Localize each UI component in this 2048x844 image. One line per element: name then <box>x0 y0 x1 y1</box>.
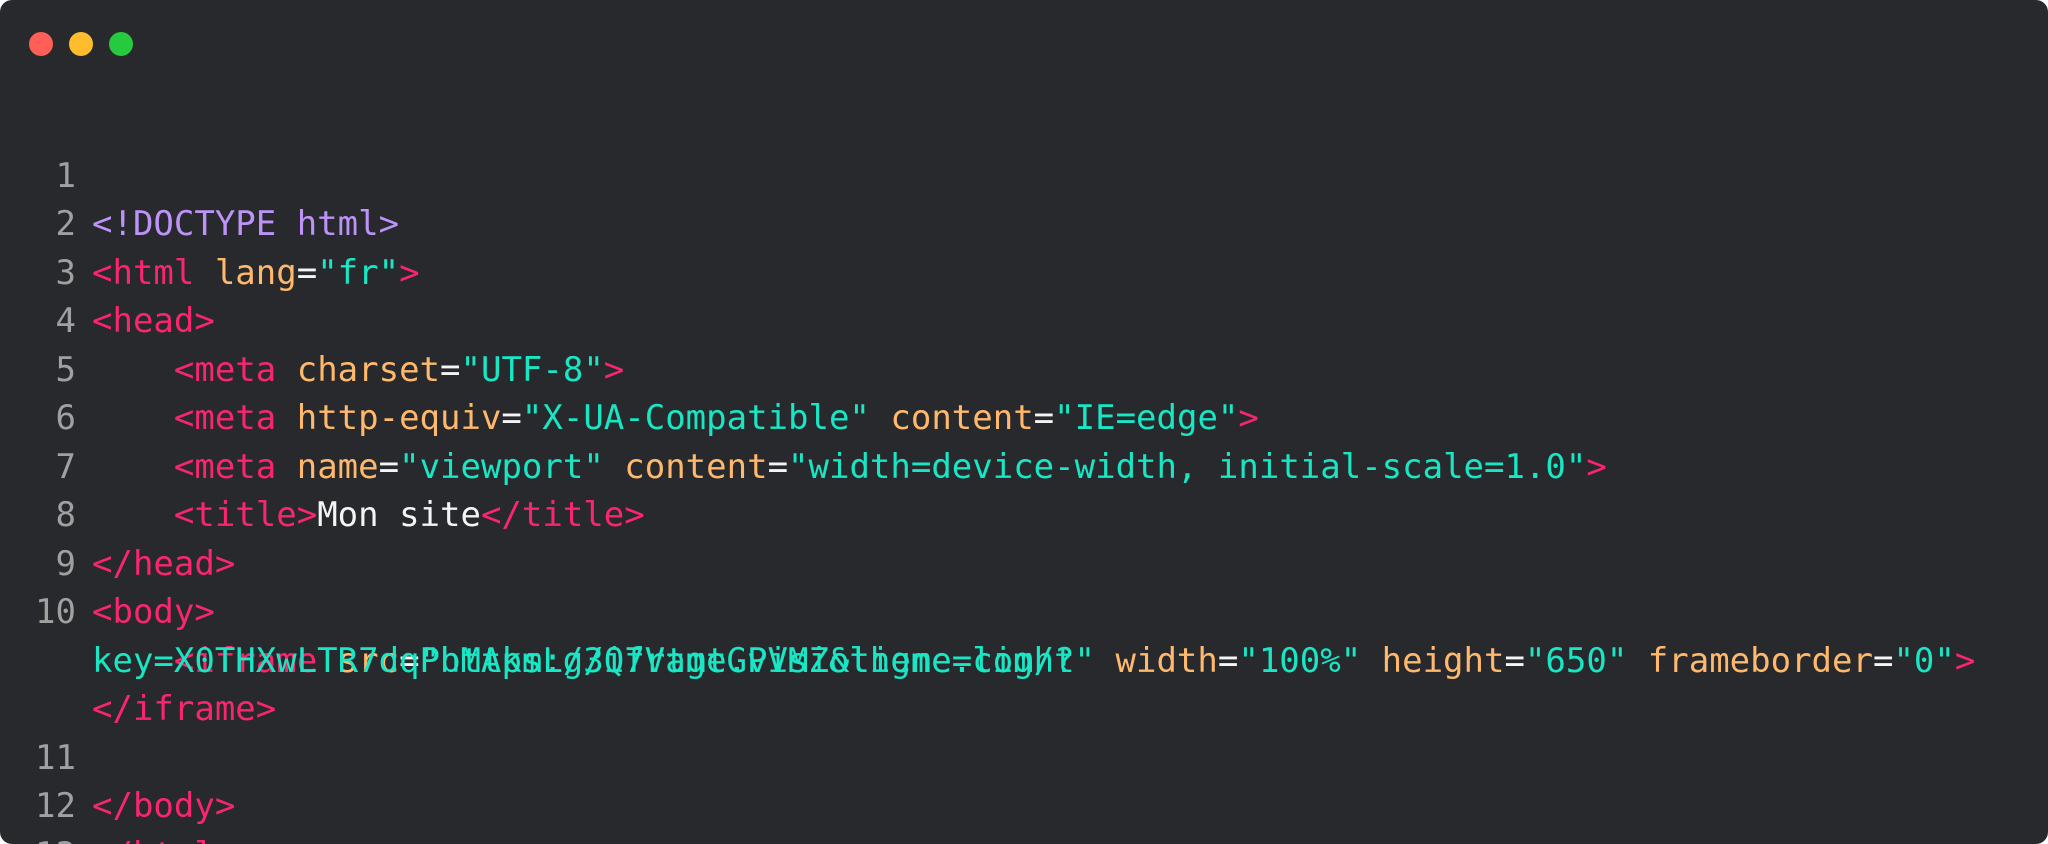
code-line-10-wrap-1: key=X0THXwLTR7dqPbMAkmLg3Q7VtgtGPVMZ&the… <box>0 588 2048 681</box>
code-line-4: 4 <meta charset="UTF-8"> <box>0 249 2048 390</box>
code-block: 1 <!DOCTYPE html> 2 <html lang="fr"> 3 <… <box>0 103 2048 844</box>
code-line-13: 13 <box>0 782 2048 844</box>
code-line-3: 3 <head> <box>0 200 2048 342</box>
code-line-11: 11 </body> <box>0 685 2048 827</box>
zoom-dot[interactable] <box>109 32 133 56</box>
line-number: 13 <box>0 831 76 844</box>
code-line-6: 6 <meta name="viewport" content="width=d… <box>0 346 2048 487</box>
code-line-9: 9 <body> <box>0 491 2048 633</box>
code-line-10: 10 <iframe src="https://iframe.visiolign… <box>0 540 2048 681</box>
close-dot[interactable] <box>29 32 53 56</box>
minimize-dot[interactable] <box>69 32 93 56</box>
code-line-2: 2 <html lang="fr"> <box>0 152 2048 293</box>
code-line-8: 8 </head> <box>0 443 2048 584</box>
code-line-5: 5 <meta http-equiv="X-UA-Compatible" con… <box>0 297 2048 439</box>
code-line-7: 7 <title>Mon site</title> <box>0 394 2048 536</box>
code-line-1: 1 <!DOCTYPE html> <box>0 103 2048 245</box>
code-window: 1 <!DOCTYPE html> 2 <html lang="fr"> 3 <… <box>0 0 2048 844</box>
code-line-10-wrap-2: </iframe> <box>0 637 2048 729</box>
code-line-12: 12 </html> <box>0 734 2048 844</box>
